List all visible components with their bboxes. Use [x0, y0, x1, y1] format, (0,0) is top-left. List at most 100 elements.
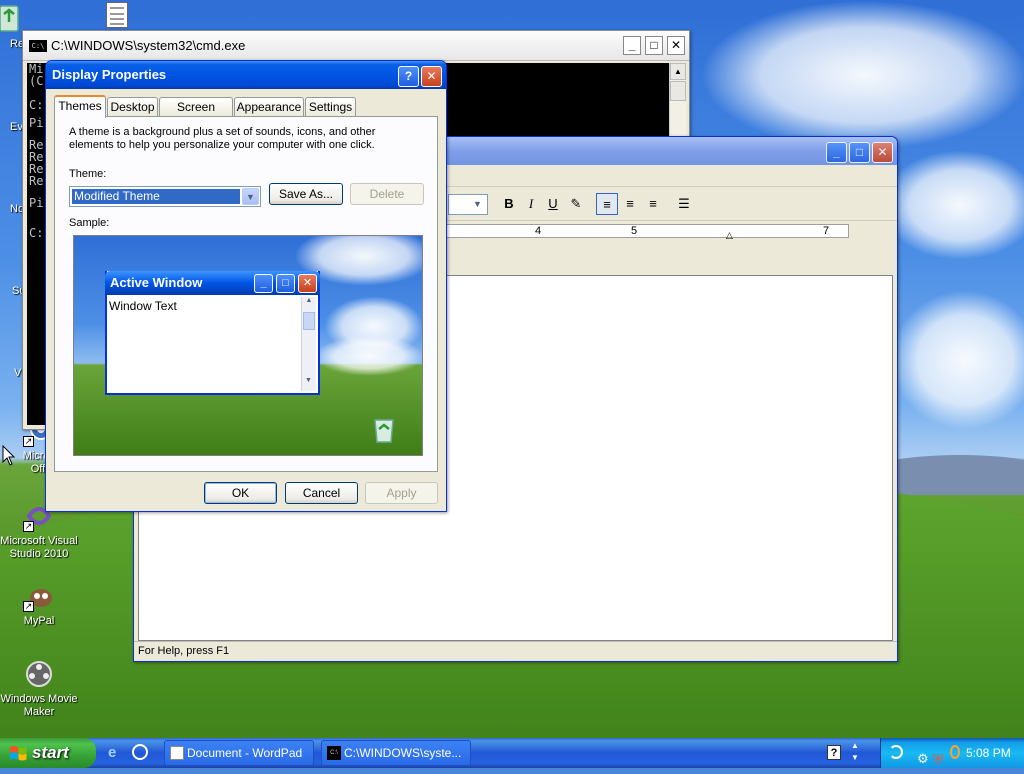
themes-panel: A theme is a background plus a set of so… [54, 116, 438, 472]
security-alert-icon[interactable]: ⛨ [933, 744, 944, 774]
align-right-icon: ≡ [649, 196, 657, 211]
status-bar: For Help, press F1 [134, 641, 897, 661]
close-button[interactable]: ✕ [872, 142, 893, 163]
notepad-file-icon[interactable] [106, 2, 128, 28]
help-icon[interactable]: ? [827, 745, 841, 760]
bullets-button[interactable]: ☰ [673, 193, 695, 215]
bold-button[interactable]: B [498, 193, 520, 215]
start-label: start [32, 743, 69, 762]
network-icon[interactable] [889, 745, 903, 759]
internet-explorer-icon[interactable]: e [108, 744, 116, 761]
ruler-number: 5 [631, 225, 638, 237]
underline-button[interactable]: U [542, 193, 564, 215]
sample-label: Sample: [69, 217, 110, 229]
scroll-down-icon: ▼ [305, 377, 312, 384]
font-size-combo[interactable]: ▼ [448, 194, 488, 215]
chevron-down-icon: ▼ [469, 196, 486, 213]
display-properties-dialog[interactable]: Display Properties ? ✕ Themes Desktop Sc… [45, 60, 447, 512]
cloud [880, 150, 1024, 260]
close-icon: ✕ [670, 38, 682, 52]
show-desktop-icon[interactable] [132, 744, 148, 760]
minimize-icon: _ [628, 38, 636, 52]
clock[interactable]: 5:08 PM [966, 738, 1011, 768]
taskbar-item-label: C:\WINDOWS\syste... [344, 746, 462, 760]
desktop-label-partial: Ev [10, 121, 23, 133]
taskbar-item-cmd[interactable]: C:\ C:\WINDOWS\syste... [321, 740, 471, 766]
tab-settings[interactable]: Settings [305, 97, 356, 117]
sample-scrollbar: ▲ ▼ [301, 297, 316, 391]
close-button[interactable]: ✕ [421, 66, 442, 87]
align-center-button[interactable]: ≡ [619, 193, 641, 215]
maximize-button[interactable]: □ [645, 36, 663, 55]
right-indent-marker-icon[interactable]: △ [726, 229, 733, 241]
italic-button[interactable]: I [520, 193, 542, 215]
scroll-up-icon[interactable]: ▲ [670, 63, 686, 80]
align-right-button[interactable]: ≡ [642, 193, 664, 215]
taskbar-item-wordpad[interactable]: Document - WordPad [164, 740, 314, 766]
volume-icon[interactable] [950, 745, 960, 759]
desktop-icon-mypal[interactable]: ↗ MyPal [0, 580, 78, 628]
cloud [700, 0, 1024, 150]
taskbar-expand-icon[interactable]: ▲ ▼ [851, 740, 859, 764]
cmd-icon: C:\ [29, 40, 47, 52]
desktop-icon-movie-maker[interactable]: Windows Movie Maker [0, 658, 78, 719]
theme-sample-preview: Active Window _ □ ✕ Window Text ▲ ▼ [73, 235, 423, 456]
help-button[interactable]: ? [398, 66, 419, 87]
connection-icon[interactable]: ⚙ [917, 744, 929, 774]
tab-appearance[interactable]: Appearance [234, 97, 304, 117]
system-tray: ⚙ ⛨ 5:08 PM [880, 738, 1024, 768]
shortcut-arrow-icon: ↗ [23, 436, 34, 447]
minimize-button[interactable]: _ [826, 142, 847, 163]
tab-desktop[interactable]: Desktop [107, 97, 158, 117]
delete-button[interactable]: Delete [350, 183, 424, 205]
maximize-icon: □ [650, 38, 658, 52]
cmd-title: C:\WINDOWS\system32\cmd.exe [51, 38, 246, 53]
maximize-button[interactable]: □ [849, 142, 870, 163]
sample-window-text: Window Text [109, 299, 177, 313]
status-text: For Help, press F1 [138, 645, 230, 657]
minimize-icon: _ [833, 145, 840, 159]
mouse-cursor-icon [2, 445, 16, 466]
save-as-button[interactable]: Save As... [269, 183, 343, 205]
scroll-thumb [303, 312, 315, 330]
dialog-titlebar[interactable]: Display Properties ? ✕ [46, 61, 446, 89]
minimize-button[interactable]: _ [623, 36, 641, 55]
theme-selected-value: Modified Theme [72, 189, 240, 204]
close-button[interactable]: ✕ [667, 36, 685, 55]
minimize-icon: _ [254, 274, 273, 293]
chevron-down-icon[interactable]: ▼ [242, 188, 259, 205]
align-left-icon: ≡ [603, 197, 611, 212]
color-button[interactable]: ✎ [565, 193, 587, 215]
ok-button[interactable]: OK [204, 482, 277, 504]
theme-description: A theme is a background plus a set of so… [69, 126, 376, 151]
recycle-bin-icon [374, 419, 394, 443]
tab-screen-saver[interactable]: Screen Saver [159, 97, 233, 132]
desktop-icon-label: MyPal [23, 615, 55, 627]
ruler-number: 7 [823, 225, 830, 237]
scroll-up-icon: ▲ [305, 297, 313, 304]
mypal-icon: ↗ [23, 580, 55, 612]
windows-flag-icon [10, 746, 27, 761]
sample-window-title: Active Window [110, 275, 203, 290]
close-icon: ✕ [298, 274, 317, 293]
desktop-icon-label: Windows Movie Maker [0, 693, 78, 718]
theme-select[interactable]: Modified Theme ▼ [69, 186, 261, 207]
color-palette-icon: ✎ [570, 196, 582, 211]
align-left-button[interactable]: ≡ [596, 193, 618, 215]
cancel-button[interactable]: Cancel [285, 482, 358, 504]
taskbar: start e Document - WordPad C:\ C:\WINDOW… [0, 738, 1024, 768]
start-button[interactable]: start [0, 738, 96, 768]
tab-themes[interactable]: Themes [54, 95, 106, 118]
movie-maker-icon [23, 658, 55, 690]
scroll-thumb[interactable] [670, 81, 686, 101]
cmd-titlebar[interactable]: C:\ C:\WINDOWS\system32\cmd.exe _ □ ✕ [23, 31, 689, 61]
sample-window-titlebar: Active Window _ □ ✕ [105, 271, 320, 295]
cmd-icon: C:\ [327, 746, 341, 760]
bullet-list-icon: ☰ [678, 196, 690, 211]
apply-button[interactable]: Apply [365, 482, 438, 504]
wordpad-icon [170, 746, 184, 760]
maximize-icon: □ [855, 145, 864, 159]
align-center-icon: ≡ [626, 196, 634, 211]
desktop-icon-label: Microsoft Visual Studio 2010 [0, 535, 78, 560]
maximize-icon: □ [276, 274, 295, 293]
